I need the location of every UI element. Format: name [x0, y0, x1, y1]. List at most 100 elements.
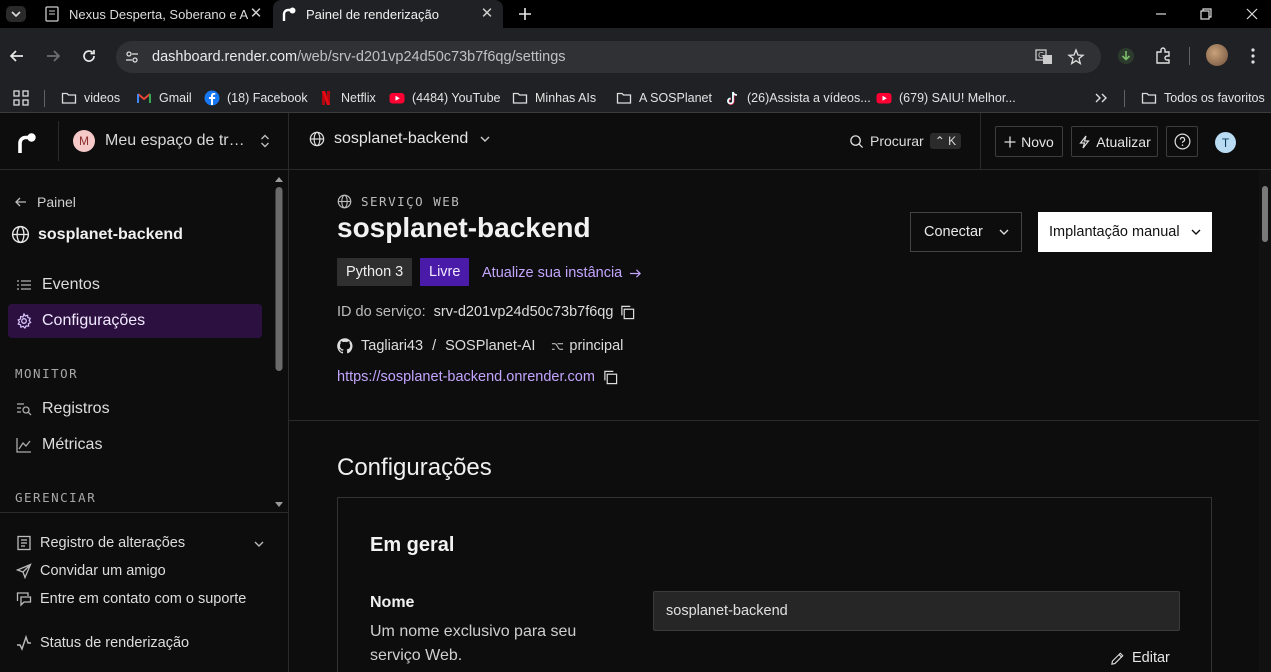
close-window-icon[interactable] [1242, 4, 1262, 24]
service-id-label: ID do serviço: [337, 304, 426, 320]
ctrl-key-icon: ⌃ [934, 134, 949, 148]
help-icon [1174, 133, 1190, 150]
translate-icon[interactable]: G [1035, 48, 1053, 66]
sidebar-scrollbar[interactable] [274, 173, 284, 511]
repo-owner[interactable]: Tagliari43 [361, 338, 423, 354]
search-button[interactable]: Procurar ⌃ K [849, 133, 962, 149]
arrow-left-icon [15, 197, 26, 207]
globe-icon [337, 194, 352, 209]
bookmark-gmail[interactable]: Gmail [136, 89, 192, 107]
render-status-link[interactable]: Status de renderização [16, 635, 189, 651]
list-icon [17, 280, 31, 290]
sidebar-item-metrics[interactable]: Métricas [8, 428, 262, 462]
extensions-puzzle-icon[interactable] [1153, 46, 1173, 66]
service-url-link[interactable]: https://sosplanet-backend.onrender.com [337, 369, 595, 385]
apps-grid-icon[interactable] [13, 90, 29, 106]
url-path: /web/srv-d201vp24d50c73b7f6qg/settings [297, 49, 566, 65]
render-dashboard: M Meu espaço de trabalho Painel sosplane… [0, 113, 1271, 672]
changelog-link[interactable]: Registro de alterações [16, 535, 276, 551]
github-icon [337, 338, 353, 354]
page-scrollbar[interactable] [1259, 170, 1271, 672]
changelog-icon [17, 535, 31, 551]
chevron-down-icon [254, 541, 264, 547]
facebook-icon [204, 90, 220, 106]
sidebar-item-settings[interactable]: Configurações [8, 304, 262, 338]
bookmarks-separator [44, 90, 45, 107]
folder-icon [61, 92, 77, 104]
url-host: dashboard.render.com [152, 49, 298, 65]
folder-icon [616, 92, 632, 104]
extension-download-icon[interactable] [1117, 47, 1135, 65]
repo-row: Tagliari43 / SOSPlanet-AI principal [337, 338, 623, 354]
plus-icon [1004, 136, 1016, 147]
manage-heading: GERENCIAR [15, 490, 97, 505]
bookmark-star-icon[interactable] [1067, 48, 1085, 66]
all-bookmarks[interactable]: Todos os favoritos [1141, 89, 1265, 107]
arrow-right-icon [630, 268, 642, 278]
header-divider [980, 113, 981, 170]
new-tab-icon[interactable] [515, 4, 535, 24]
browser-tab-active[interactable]: Painel de renderização ✕ [273, 0, 503, 28]
bookmark-youtube-2[interactable]: (679) SAIU! Melhor... [876, 89, 1016, 107]
tab-search-icon[interactable] [6, 6, 26, 22]
workspace-name: Meu espaço de trabalho [105, 132, 247, 149]
sidebar-item-events[interactable]: Eventos [8, 268, 262, 302]
copy-icon[interactable] [620, 305, 635, 320]
forward-icon[interactable] [43, 46, 63, 66]
chevron-down-icon [999, 229, 1009, 235]
logs-icon [17, 403, 32, 416]
service-name-input[interactable] [653, 591, 1180, 631]
manual-deploy-button[interactable]: Implantação manual [1038, 212, 1212, 252]
sidebar-item-logs[interactable]: Registros [8, 392, 262, 426]
bookmark-facebook[interactable]: (18) Facebook [204, 89, 308, 107]
edit-button[interactable]: Editar [1110, 650, 1170, 666]
repo-name[interactable]: SOSPlanet-AI [445, 338, 535, 354]
upgrade-instance-link[interactable]: Atualize sua instância [482, 265, 642, 281]
site-info-icon[interactable] [124, 49, 140, 65]
search-icon [850, 134, 864, 148]
new-button[interactable]: Novo [995, 126, 1063, 157]
reload-icon[interactable] [79, 46, 99, 66]
back-to-dashboard-link[interactable]: Painel [14, 194, 76, 210]
upgrade-button[interactable]: Atualizar [1071, 126, 1158, 157]
bookmarks-separator [1124, 90, 1125, 107]
close-tab-icon[interactable]: ✕ [479, 6, 495, 22]
copy-icon[interactable] [603, 370, 618, 385]
settings-heading: Configurações [337, 454, 492, 481]
youtube-icon [876, 93, 892, 104]
bookmark-sosplanet[interactable]: A SOSPlanet [616, 89, 712, 107]
workspace-switcher[interactable]: M Meu espaço de trabalho [58, 121, 280, 161]
connect-button[interactable]: Conectar [910, 212, 1022, 252]
contact-support-link[interactable]: Entre em contato com o suporte [16, 591, 246, 607]
back-icon[interactable] [7, 46, 27, 66]
chevron-up-down-icon [261, 134, 269, 148]
sidebar-service-name: sosplanet-backend [11, 225, 183, 244]
address-bar[interactable]: dashboard.render.com/web/srv-d201vp24d50… [116, 41, 1101, 73]
chevron-down-icon [480, 136, 490, 142]
sidebar-footer: Registro de alterações Convidar um amigo… [0, 512, 289, 672]
help-button[interactable] [1166, 126, 1198, 157]
send-icon [16, 563, 32, 579]
invite-friend-link[interactable]: Convidar um amigo [16, 563, 166, 579]
user-avatar[interactable]: T [1215, 132, 1236, 153]
close-tab-icon[interactable]: ✕ [248, 6, 264, 22]
browser-tab[interactable]: Nexus Desperta, Soberano e Au ✕ [36, 0, 272, 28]
bookmark-minhas-ais[interactable]: Minhas AIs [512, 89, 596, 107]
globe-icon [309, 131, 325, 147]
chevron-double-right-icon[interactable] [1093, 90, 1109, 106]
bookmark-netflix[interactable]: Netflix [318, 89, 376, 107]
restore-icon[interactable] [1196, 4, 1216, 24]
render-logo-icon[interactable] [16, 132, 38, 154]
url-row: https://sosplanet-backend.onrender.com [337, 369, 618, 385]
minimize-icon[interactable] [1151, 4, 1171, 24]
bookmark-youtube[interactable]: (4484) YouTube [389, 89, 501, 107]
main-content: SERVIÇO WEB sosplanet-backend Conectar I… [289, 170, 1271, 672]
section-divider [289, 420, 1259, 421]
profile-avatar[interactable] [1206, 44, 1228, 66]
workspace-row: M Meu espaço de trabalho [0, 113, 289, 170]
service-switcher[interactable]: sosplanet-backend [309, 130, 492, 148]
more-menu-icon[interactable] [1245, 46, 1261, 66]
pencil-icon [1111, 651, 1124, 665]
bookmark-videos[interactable]: videos [61, 89, 120, 107]
bookmark-tiktok[interactable]: (26)Assista a vídeos... [724, 89, 871, 107]
